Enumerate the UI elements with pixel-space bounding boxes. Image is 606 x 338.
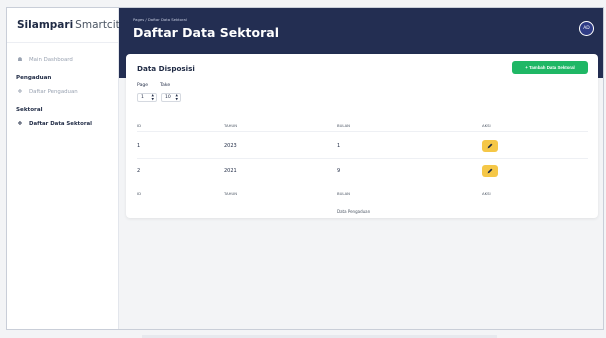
pencil-icon [487, 143, 493, 149]
brand-logo[interactable]: Silampari Smartcity [7, 8, 126, 43]
divider [137, 158, 588, 159]
page-stepper[interactable]: 1 ▲ ▼ [137, 93, 157, 102]
take-value: 10 [165, 95, 171, 100]
page-value: 1 [141, 95, 144, 100]
table-caption: Data Pengaduan [337, 209, 371, 214]
add-data-sektoral-button[interactable]: + Tambah Data Sektoral [512, 61, 588, 74]
footer-header-tahun: TAHUN [224, 191, 238, 196]
sidebar-item-label: Main Dashboard [29, 57, 73, 63]
footer-header-aksi: AKSI [482, 191, 491, 196]
footer-header-bulan: BULAN [337, 191, 351, 196]
sidebar-nav: ☗ Main Dashboard Pengaduan ❖ Daftar Peng… [7, 43, 118, 131]
cell-id: 1 [137, 143, 141, 149]
data-disposisi-card: Data Disposisi + Tambah Data Sektoral Pa… [126, 54, 598, 218]
cell-tahun: 2023 [224, 143, 237, 149]
cell-bulan: 1 [337, 143, 341, 149]
brand-name-bold: Silampari [17, 19, 74, 31]
cell-bulan: 9 [337, 168, 341, 174]
app-window: Silampari Smartcity ☗ Main Dashboard Pen… [6, 7, 604, 338]
footer-header-id: ID [137, 191, 142, 196]
sidebar-section-sektoral: Sektoral [16, 107, 43, 113]
sidebar-item-main-dashboard[interactable]: ☗ Main Dashboard [7, 53, 118, 67]
cell-tahun: 2021 [224, 168, 237, 174]
column-header-id: ID [137, 123, 142, 128]
avatar[interactable]: AD [579, 21, 594, 36]
divider [137, 131, 588, 132]
card-title: Data Disposisi [137, 64, 195, 73]
sidebar-section-pengaduan: Pengaduan [16, 75, 52, 81]
cell-id: 2 [137, 168, 141, 174]
sidebar-item-label: Daftar Data Sektoral [29, 121, 92, 127]
sidebar: Silampari Smartcity ☗ Main Dashboard Pen… [7, 8, 126, 329]
breadcrumb[interactable]: Pages / Daftar Data Sektoral [133, 17, 187, 22]
take-label: Take [160, 83, 171, 88]
column-header-tahun: TAHUN [224, 123, 238, 128]
page-title: Daftar Data Sektoral [133, 25, 279, 40]
stepper-arrows-icon[interactable]: ▲ ▼ [152, 93, 154, 101]
page-label: Page [137, 83, 149, 88]
sidebar-item-daftar-pengaduan[interactable]: ❖ Daftar Pengaduan [7, 85, 118, 99]
sidebar-item-label: Daftar Pengaduan [29, 89, 78, 95]
info-icon: ❖ [17, 89, 23, 95]
column-header-bulan: BULAN [337, 123, 351, 128]
stepper-arrows-icon[interactable]: ▲ ▼ [176, 93, 178, 101]
home-icon: ☗ [17, 57, 23, 63]
take-stepper[interactable]: 10 ▲ ▼ [161, 93, 181, 102]
column-header-aksi: AKSI [482, 123, 491, 128]
sidebar-item-daftar-data-sektoral[interactable]: ❖ Daftar Data Sektoral [7, 117, 118, 131]
pencil-icon [487, 168, 493, 174]
edit-button[interactable] [482, 165, 498, 177]
info-icon: ❖ [17, 121, 23, 127]
edit-button[interactable] [482, 140, 498, 152]
